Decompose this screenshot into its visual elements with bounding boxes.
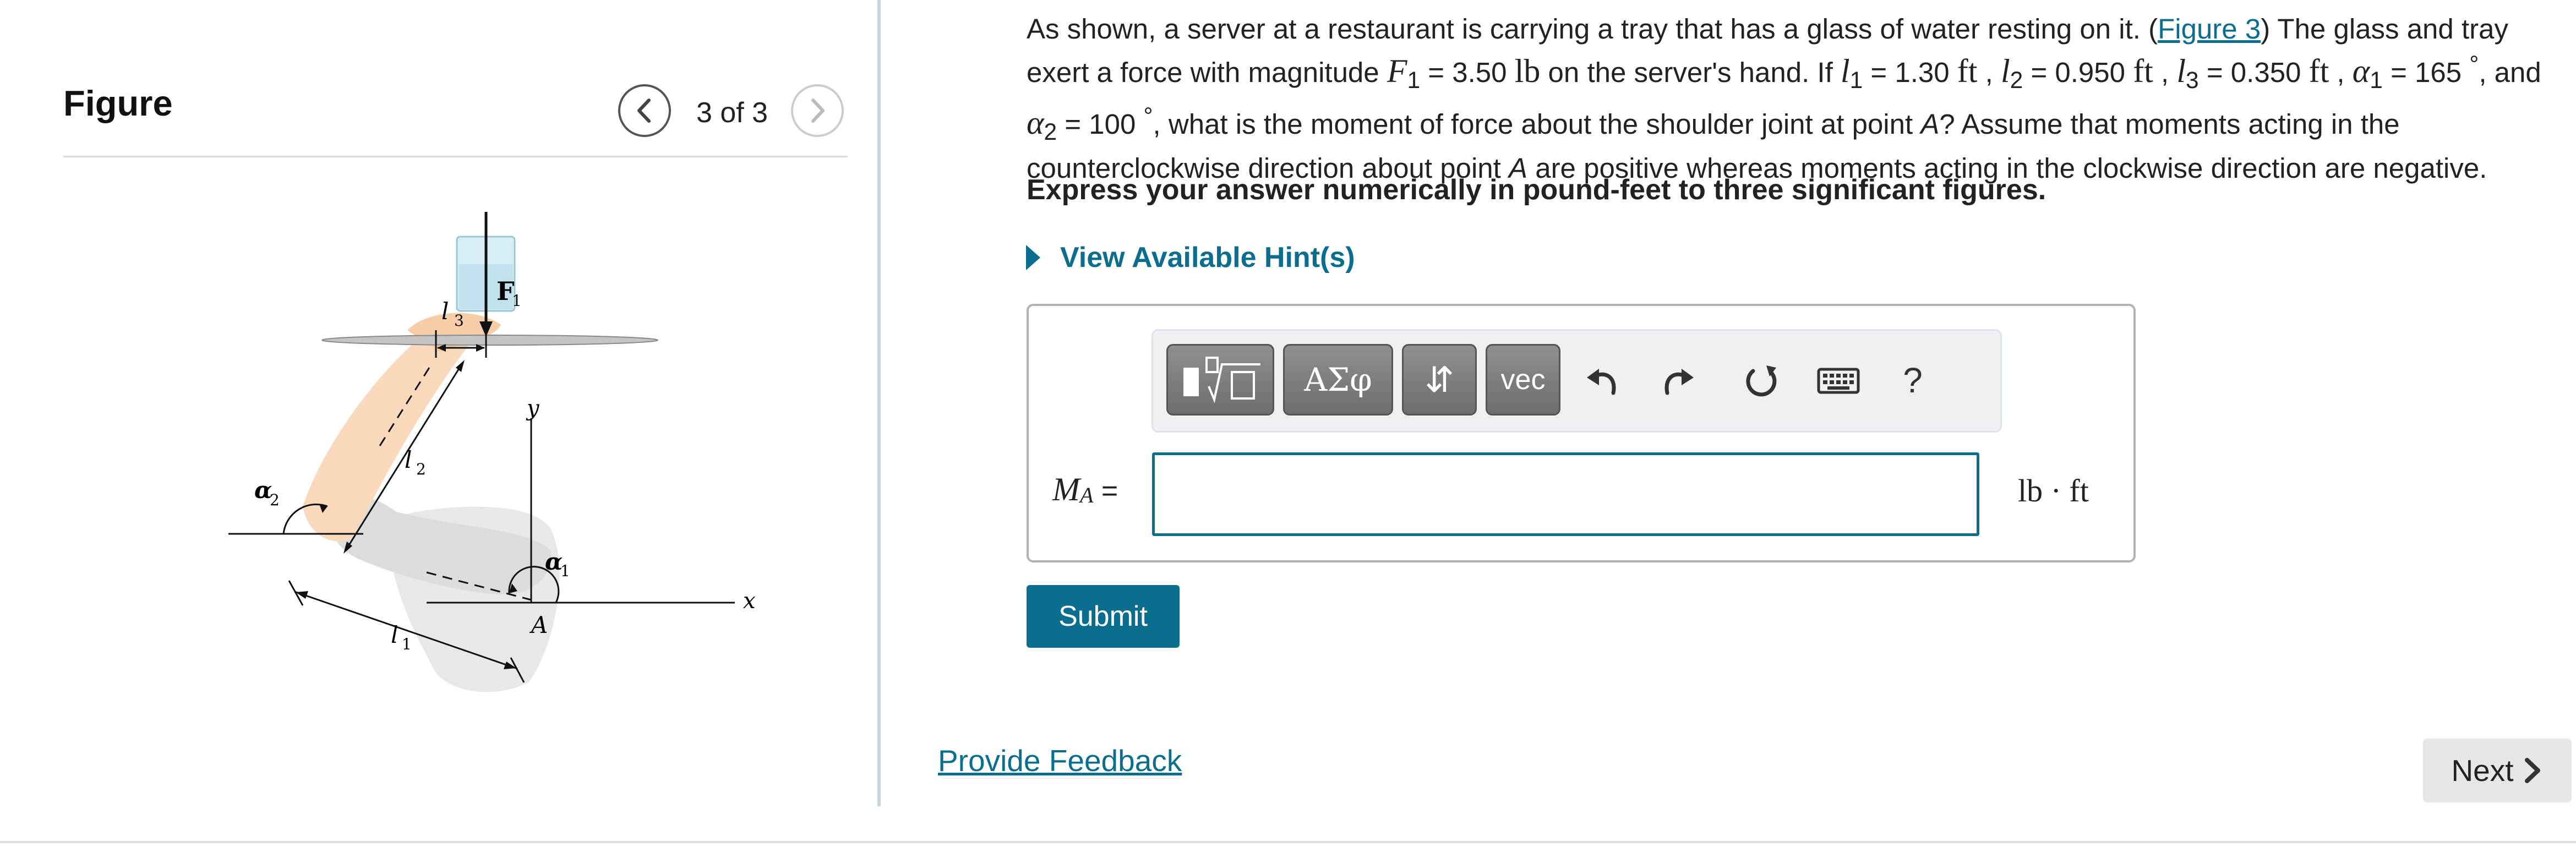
templates-icon bbox=[1183, 357, 1260, 403]
previous-figure-button[interactable] bbox=[618, 84, 671, 137]
chevron-left-icon bbox=[637, 99, 651, 123]
l1-label-sub: 1 bbox=[402, 635, 412, 653]
alpha1-label-sub: 1 bbox=[560, 562, 570, 580]
submit-button[interactable]: Submit bbox=[1027, 585, 1180, 648]
panel-separator bbox=[877, 0, 881, 806]
next-figure-button[interactable] bbox=[791, 84, 844, 137]
l3-label-sub: 3 bbox=[454, 312, 464, 330]
next-button[interactable]: Next bbox=[2423, 739, 2572, 802]
answer-unit: lb · ft bbox=[2018, 473, 2089, 509]
provide-feedback-link[interactable]: Provide Feedback bbox=[938, 743, 1182, 778]
next-button-label: Next bbox=[2451, 753, 2514, 788]
answer-input[interactable] bbox=[1152, 452, 1979, 536]
l3-label: l bbox=[441, 298, 449, 325]
figure-title: Figure bbox=[63, 83, 173, 123]
y-axis-label: y bbox=[526, 396, 540, 421]
chevron-right-icon bbox=[811, 99, 825, 123]
l2-label: l bbox=[405, 446, 412, 473]
math-toolbar: ΑΣφ ⇵ vec ? bbox=[1151, 329, 2002, 433]
figure-panel: Figure 3 of 3 F 1 l 3 l 2 α 2 y x α 1 A … bbox=[0, 0, 881, 806]
help-button[interactable]: ? bbox=[1888, 353, 1938, 408]
l1-label: l bbox=[391, 621, 398, 648]
templates-button[interactable] bbox=[1166, 344, 1274, 416]
undo-icon bbox=[1587, 369, 1616, 395]
keyboard-icon bbox=[1817, 368, 1860, 394]
keyboard-button[interactable] bbox=[1814, 353, 1863, 408]
greek-symbols-button[interactable]: ΑΣφ bbox=[1283, 344, 1393, 416]
figure-divider bbox=[63, 156, 848, 157]
point-a-label: A bbox=[529, 611, 548, 638]
force-label-sub: 1 bbox=[512, 292, 522, 310]
redo-icon bbox=[1664, 369, 1694, 395]
tray-shape bbox=[321, 335, 658, 346]
hints-toggle[interactable]: View Available Hint(s) bbox=[1025, 241, 1355, 274]
redo-button[interactable] bbox=[1654, 353, 1704, 408]
chevron-right-icon bbox=[2524, 758, 2540, 783]
footer-divider bbox=[0, 841, 2576, 843]
l2-label-sub: 2 bbox=[416, 460, 426, 478]
reset-icon bbox=[1746, 365, 1777, 397]
figure-page-counter: 3 of 3 bbox=[696, 97, 768, 129]
server-arm-diagram: F 1 l 3 l 2 α 2 y x α 1 A l 1 bbox=[228, 212, 756, 692]
f1-symbol: F bbox=[1387, 53, 1407, 89]
answer-instruction: Express your answer numerically in pound… bbox=[1027, 174, 2046, 206]
hints-label: View Available Hint(s) bbox=[1060, 242, 1355, 274]
x-axis-label: x bbox=[743, 588, 756, 614]
alpha2-label-sub: 2 bbox=[270, 491, 280, 509]
figure-link[interactable]: Figure 3 bbox=[2158, 13, 2261, 45]
caret-right-icon bbox=[1026, 245, 1040, 270]
vector-button[interactable]: vec bbox=[1486, 344, 1560, 416]
arrows-button[interactable]: ⇵ bbox=[1402, 344, 1477, 416]
undo-button[interactable] bbox=[1577, 353, 1627, 408]
problem-statement: As shown, a server at a restaurant is ca… bbox=[1027, 13, 2541, 184]
answer-label: MA = bbox=[1052, 471, 1118, 508]
reset-button[interactable] bbox=[1737, 353, 1786, 408]
